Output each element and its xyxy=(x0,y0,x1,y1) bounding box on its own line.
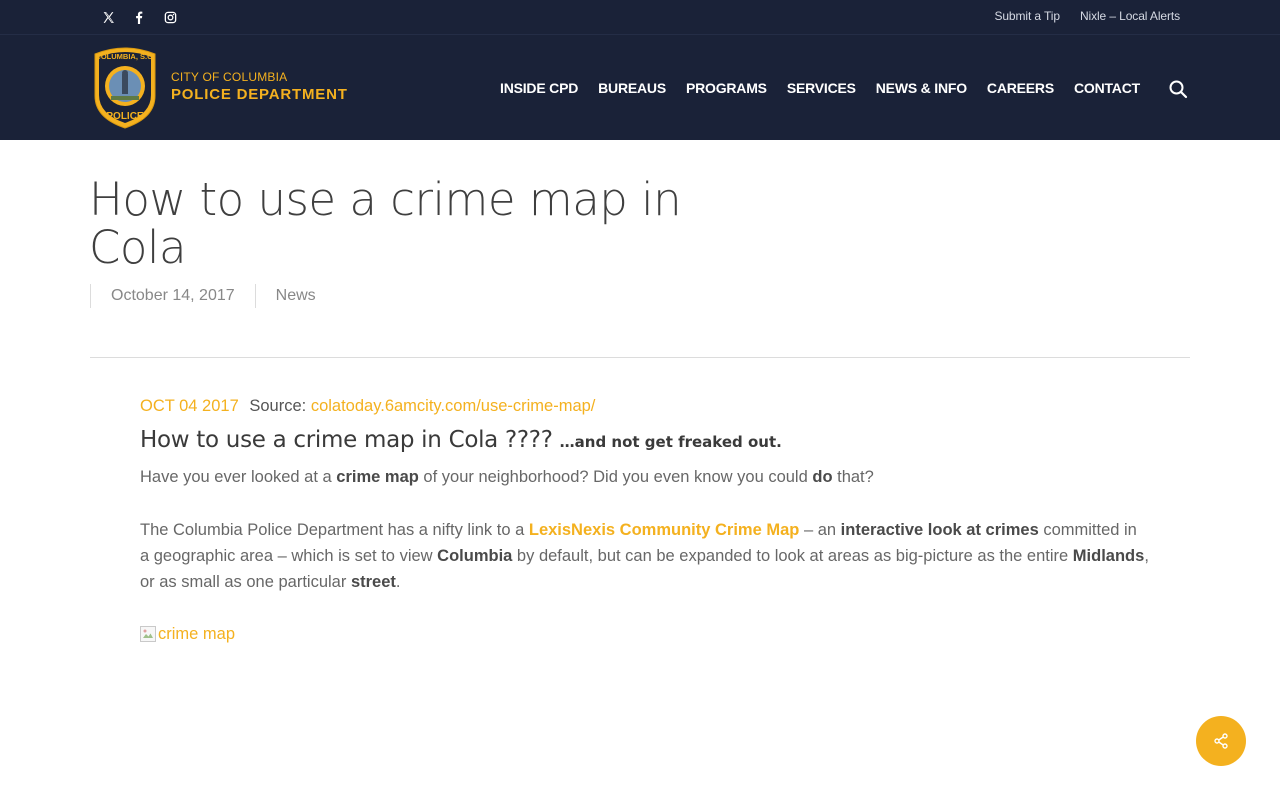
bold-text: crime map xyxy=(336,468,419,486)
bold-text: do xyxy=(812,468,833,486)
broken-image-icon xyxy=(140,626,156,642)
nixle-alerts-link[interactable]: Nixle – Local Alerts xyxy=(1080,9,1180,23)
article-body: OCT 04 2017 Source: colatoday.6amcity.co… xyxy=(140,392,1150,646)
brand-city: CITY OF COLUMBIA xyxy=(171,70,288,85)
nav-inside-cpd[interactable]: INSIDE CPD xyxy=(490,80,588,96)
submit-tip-link[interactable]: Submit a Tip xyxy=(994,9,1060,23)
bold-text: street xyxy=(350,573,396,591)
main-nav: INSIDE CPD BUREAUS PROGRAMS SERVICES NEW… xyxy=(490,35,1150,140)
site-header: COLUMBIA, S.C. POLICE CITY OF COLUMBIA P… xyxy=(0,35,1280,140)
bold-text: interactive look at crimes xyxy=(840,521,1039,539)
nav-contact[interactable]: CONTACT xyxy=(1064,80,1150,96)
source-link[interactable]: colatoday.6amcity.com/use-crime-map/ xyxy=(311,397,596,415)
date-tag: OCT 04 2017 xyxy=(140,397,239,415)
nav-services[interactable]: SERVICES xyxy=(777,80,866,96)
police-badge-logo: COLUMBIA, S.C. POLICE xyxy=(94,47,156,129)
text-span: Have you ever looked at a xyxy=(140,468,337,486)
article-heading-subtitle: …and not get freaked out. xyxy=(559,433,782,451)
share-button[interactable] xyxy=(1196,716,1246,766)
text-span: – an xyxy=(799,521,841,539)
post-date: October 14, 2017 xyxy=(111,287,235,304)
top-bar: Submit a Tip Nixle – Local Alerts xyxy=(0,0,1280,35)
bold-text: Midlands xyxy=(1072,547,1145,565)
post-category-link[interactable]: News xyxy=(256,287,336,305)
nav-careers[interactable]: CAREERS xyxy=(977,80,1064,96)
nav-news-info[interactable]: NEWS & INFO xyxy=(866,80,977,96)
lexisnexis-crime-map-link[interactable]: LexisNexis Community Crime Map xyxy=(529,521,800,539)
brand-department: POLICE DEPARTMENT xyxy=(171,85,348,103)
divider xyxy=(90,357,1190,358)
nav-programs[interactable]: PROGRAMS xyxy=(676,80,777,96)
search-icon[interactable] xyxy=(1166,77,1190,101)
seal-top-text: COLUMBIA, S.C. xyxy=(95,52,154,61)
social-links xyxy=(96,0,189,35)
text-span: by default, but can be expanded to look … xyxy=(512,547,1073,565)
nav-bureaus[interactable]: BUREAUS xyxy=(588,80,676,96)
facebook-icon[interactable] xyxy=(127,6,151,30)
image-alt-text: crime map xyxy=(158,624,236,643)
page-title: How to use a crime map in Cola xyxy=(89,173,682,274)
text-span: that? xyxy=(832,468,874,486)
crime-map-image[interactable]: crime map xyxy=(140,622,1150,646)
x-twitter-icon[interactable] xyxy=(96,6,120,30)
text-span: . xyxy=(395,573,401,591)
paragraph-crime-map: The Columbia Police Department has a nif… xyxy=(140,517,1150,595)
seal-bottom-text: POLICE xyxy=(106,111,144,122)
post-meta: October 14, 2017 News xyxy=(90,284,336,308)
source-line: OCT 04 2017 Source: colatoday.6amcity.co… xyxy=(140,392,1150,420)
instagram-icon[interactable] xyxy=(158,6,182,30)
utility-links: Submit a Tip Nixle – Local Alerts xyxy=(974,0,1180,32)
site-logo[interactable]: COLUMBIA, S.C. POLICE CITY OF COLUMBIA P… xyxy=(89,44,348,130)
paragraph-intro: Have you ever looked at a crime map of y… xyxy=(140,464,1150,490)
share-icon xyxy=(1214,733,1228,749)
brand-text: CITY OF COLUMBIA POLICE DEPARTMENT xyxy=(171,70,348,103)
article-heading: How to use a crime map in Cola ???? …and… xyxy=(140,424,1150,458)
text-span: The Columbia Police Department has a nif… xyxy=(140,521,529,539)
article-heading-main: How to use a crime map in Cola ???? xyxy=(140,427,553,453)
bold-text: Columbia xyxy=(437,547,513,565)
text-span: of your neighborhood? Did you even know … xyxy=(418,468,813,486)
source-label: Source: xyxy=(249,397,307,415)
